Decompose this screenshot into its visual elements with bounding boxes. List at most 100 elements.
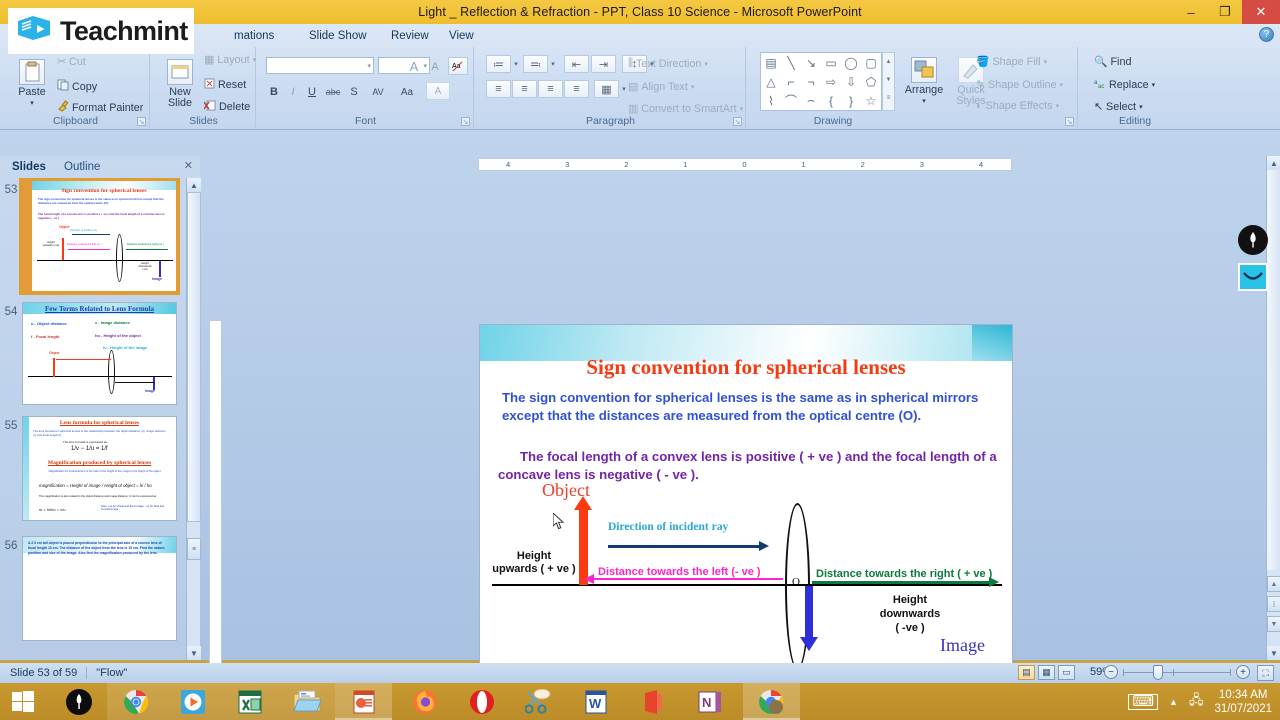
align-text-button[interactable]: ▤ Align Text ▾ xyxy=(628,80,694,94)
keyboard-icon[interactable]: ⌨ xyxy=(1128,693,1159,710)
align-center-button[interactable]: ≡ xyxy=(512,80,537,98)
thumbnail-slide[interactable]: Lens formula for spherical lenses The le… xyxy=(22,416,177,521)
tab-slide-show[interactable]: Slide Show xyxy=(300,26,376,45)
shape-rounded-rect-icon[interactable]: ▢ xyxy=(861,53,881,72)
taskbar-item-opera[interactable] xyxy=(453,683,510,720)
thumbnail-slide[interactable]: A 2.0 cm tall object is placed perpendic… xyxy=(22,536,177,641)
italic-button[interactable]: I xyxy=(285,83,301,101)
taskbar-item-google-chrome[interactable] xyxy=(107,683,164,720)
minimize-button[interactable]: – xyxy=(1174,0,1208,24)
taskbar-item-media-player[interactable] xyxy=(164,683,221,720)
align-left-button[interactable]: ≡ xyxy=(486,80,511,98)
clear-formatting-button[interactable]: Aa xyxy=(448,57,468,75)
taskbar-item-office[interactable] xyxy=(624,683,681,720)
drawing-dialog-launcher[interactable]: ↘ xyxy=(1065,117,1074,126)
previous-slide-button[interactable]: ▲ xyxy=(1267,576,1280,592)
arrange-button[interactable]: Arrange ▾ xyxy=(900,57,948,107)
shapes-scroll-down-icon[interactable]: ▼ xyxy=(886,71,892,89)
convert-to-smartart-button[interactable]: ▥ Convert to SmartArt ▾ xyxy=(628,102,743,116)
tab-animations[interactable]: mations xyxy=(225,26,283,45)
pen-nib-icon[interactable] xyxy=(1238,225,1268,255)
numbering-chevron-icon[interactable]: ▾ xyxy=(549,55,557,73)
shape-freeform-icon[interactable]: ⌇ xyxy=(761,91,781,110)
justify-button[interactable]: ≡ xyxy=(564,80,589,98)
reset-button[interactable]: Reset xyxy=(204,78,246,92)
shapes-gallery[interactable]: ▤ ╲ ↘ ▭ ◯ ▢ △ ⌐ ¬ ⇨ ⇩ ⬠ ⌇ ⌒ ⌢ { } ☆ xyxy=(760,52,882,111)
delete-slide-button[interactable]: Delete xyxy=(203,100,250,114)
network-icon[interactable]: 🖧 xyxy=(1189,691,1204,713)
replace-button[interactable]: a ac Replace ▾ xyxy=(1094,78,1155,92)
slide-scroll-track[interactable] xyxy=(1267,170,1280,570)
next-slide-button[interactable]: ▼ xyxy=(1267,616,1280,632)
grow-font-button[interactable]: A xyxy=(404,57,424,75)
panel-close-icon[interactable]: ✕ xyxy=(184,159,193,172)
underline-button[interactable]: U xyxy=(304,83,320,101)
shapes-scroll-up-icon[interactable]: ▲ xyxy=(886,53,892,71)
taskbar-item-snipping-tool[interactable] xyxy=(510,683,567,720)
shrink-font-button[interactable]: A xyxy=(426,58,444,76)
taskbar-item-word[interactable]: W xyxy=(567,683,624,720)
panel-scroll-thumb[interactable] xyxy=(187,192,201,522)
clipboard-dialog-launcher[interactable]: ↘ xyxy=(137,117,146,126)
cut-button[interactable]: ✂ Cut xyxy=(57,55,86,69)
tab-slides[interactable]: Slides xyxy=(4,158,54,176)
panel-scroll-grip[interactable]: ≡ xyxy=(187,538,201,560)
shape-elbow-connector-icon[interactable]: ⌐ xyxy=(781,72,801,91)
shape-arrow-icon[interactable]: ↘ xyxy=(801,53,821,72)
thumbnail-item-53[interactable]: 53 Sign convention for spherical lenses … xyxy=(0,178,186,295)
show-hidden-icons-icon[interactable]: ▲ xyxy=(1169,697,1178,707)
shapes-more-icon[interactable]: ≡ xyxy=(887,89,891,107)
arrange-chevron-icon[interactable]: ▾ xyxy=(922,96,926,107)
view-slide-sorter-button[interactable]: ▦ xyxy=(1038,665,1055,680)
bold-button[interactable]: B xyxy=(266,83,282,101)
select-chevron-icon[interactable]: ▾ xyxy=(1139,103,1143,111)
thumbnail-list[interactable]: 53 Sign convention for spherical lenses … xyxy=(0,178,186,660)
shape-textbox-icon[interactable]: ▤ xyxy=(761,53,781,72)
paste-button[interactable]: Paste ▾ xyxy=(12,59,52,109)
taskbar-item-chrome-second[interactable] xyxy=(743,683,800,720)
text-shadow-button[interactable]: S xyxy=(346,83,362,101)
change-case-button[interactable]: Aa xyxy=(395,83,419,101)
taskbar-item-excel[interactable] xyxy=(221,683,278,720)
panel-scroll-up-icon[interactable]: ▲ xyxy=(187,178,201,192)
shapes-scroll-spinner[interactable]: ▲ ▼ ≡ xyxy=(882,52,895,111)
increase-indent-button[interactable]: ⇥ xyxy=(591,55,616,73)
taskbar-item-onenote[interactable]: N xyxy=(681,683,738,720)
taskbar-item-firefox[interactable] xyxy=(396,683,453,720)
thumbnail-slide[interactable]: Few Terms Related to Lens Formula u - Ob… xyxy=(22,302,177,405)
taskbar-item-powerpoint[interactable] xyxy=(335,683,392,720)
slide-area-scrollbar[interactable]: ▲ ▲ ⁝ ▼ ▼ xyxy=(1266,156,1280,660)
tab-view[interactable]: View xyxy=(440,26,483,45)
shape-pentagon-icon[interactable]: ⬠ xyxy=(861,72,881,91)
start-button[interactable] xyxy=(0,683,46,720)
shape-star-icon[interactable]: ☆ xyxy=(861,91,881,110)
zoom-in-button[interactable]: + xyxy=(1236,665,1250,679)
shape-down-arrow-icon[interactable]: ⇩ xyxy=(841,72,861,91)
replace-chevron-icon[interactable]: ▾ xyxy=(1152,81,1156,89)
font-color-button[interactable]: A xyxy=(426,82,450,100)
zoom-slider[interactable]: − + xyxy=(1104,664,1250,680)
strikethrough-button[interactable]: abc xyxy=(323,83,343,101)
columns-button[interactable]: ▦ xyxy=(594,80,619,98)
shape-right-brace-icon[interactable]: } xyxy=(841,91,861,110)
bullets-chevron-icon[interactable]: ▾ xyxy=(512,55,520,73)
decrease-indent-button[interactable]: ⇤ xyxy=(564,55,589,73)
thumbnail-slide[interactable]: Sign convention for spherical lenses The… xyxy=(19,178,180,295)
thumbnail-item-56[interactable]: 56 A 2.0 cm tall object is placed perpen… xyxy=(0,536,186,641)
text-direction-button[interactable]: ⫼ Text Direction ▾ xyxy=(628,57,708,70)
slide-scroll-down-icon[interactable]: ▼ xyxy=(1267,646,1280,660)
copy-button[interactable]: Copy xyxy=(57,79,97,94)
bullets-button[interactable]: ≔ xyxy=(486,55,511,73)
tab-review[interactable]: Review xyxy=(382,26,438,45)
panel-scroll-down-icon[interactable]: ▼ xyxy=(187,646,201,660)
help-icon[interactable]: ? xyxy=(1259,27,1274,42)
taskbar-item-teachmint[interactable] xyxy=(50,683,107,720)
close-button[interactable]: ✕ xyxy=(1242,0,1280,24)
numbering-button[interactable]: ≕ xyxy=(523,55,548,73)
zoom-track[interactable] xyxy=(1123,664,1231,680)
zoom-slider-thumb[interactable] xyxy=(1153,664,1163,680)
align-right-button[interactable]: ≡ xyxy=(538,80,563,98)
shape-curve-icon[interactable]: ⌒ xyxy=(781,91,801,110)
smile-icon[interactable] xyxy=(1238,263,1268,291)
shape-elbow-arrow-icon[interactable]: ¬ xyxy=(801,72,821,91)
